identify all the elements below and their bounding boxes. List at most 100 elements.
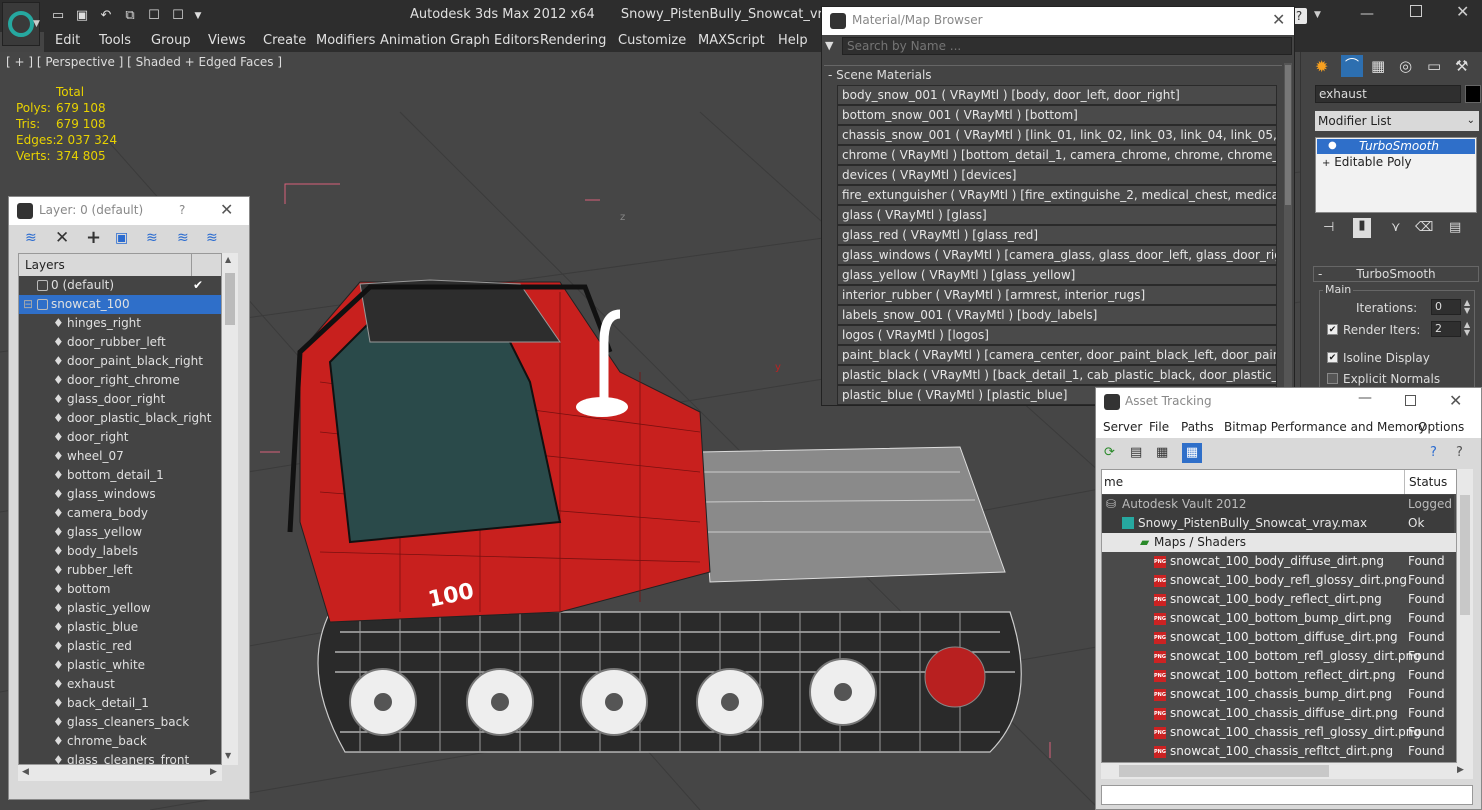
object-row[interactable]: ♦ glass_yellow (19, 523, 221, 542)
scrollbar-thumb[interactable] (225, 273, 235, 325)
object-row[interactable]: ♦ plastic_white (19, 656, 221, 675)
object-row[interactable]: ♦ body_labels (19, 542, 221, 561)
menu-customize[interactable]: Customize (618, 33, 686, 48)
menu-graph-editors[interactable]: Graph Editors (450, 33, 539, 48)
object-row[interactable]: ♦ door_right (19, 428, 221, 447)
refresh-icon[interactable]: ⟳ (1104, 445, 1115, 460)
remove-modifier-icon[interactable]: ⌫ (1415, 220, 1433, 235)
app-menu-button[interactable]: ▼ (2, 2, 40, 46)
minimize-icon[interactable]: — (1360, 6, 1374, 22)
scrollbar-thumb[interactable] (1285, 65, 1291, 205)
object-row[interactable]: ♦ plastic_red (19, 637, 221, 656)
object-color-swatch[interactable] (1465, 85, 1481, 103)
object-row[interactable]: ♦ hinges_right (19, 314, 221, 333)
motion-tab-icon[interactable]: ◎ (1399, 57, 1412, 75)
scrollbar-thumb[interactable] (1460, 495, 1470, 615)
whats-this-icon[interactable]: ? (1456, 445, 1463, 460)
material-item[interactable]: bottom_snow_001 ( VRayMtl ) [bottom] (837, 105, 1277, 125)
hide-layers-icon[interactable]: ≋ (177, 230, 189, 246)
layer-row-default[interactable]: 0 (default) ✔ (19, 276, 221, 295)
asset-row-bitmap[interactable]: PNG snowcat_100_body_diffuse_dirt.png Foun… (1102, 552, 1454, 571)
asset-row-bitmap[interactable]: PNG snowcat_100_body_refl_glossy_dirt.png… (1102, 571, 1454, 590)
modifier-stack[interactable]: TurboSmooth ● + Editable Poly (1315, 137, 1477, 213)
object-row[interactable]: ♦ glass_windows (19, 485, 221, 504)
asset-row-bitmap[interactable]: PNG snowcat_100_chassis_refltct_dirt.png F… (1102, 742, 1454, 761)
object-row[interactable]: ♦ plastic_blue (19, 618, 221, 637)
render-iters-spinner[interactable]: 2 (1431, 321, 1461, 337)
make-unique-icon[interactable]: ⋎ (1391, 220, 1401, 235)
list-view-icon[interactable]: ▤ (1130, 445, 1142, 460)
status-column-header[interactable]: Status (1409, 475, 1447, 489)
menu-edit[interactable]: Edit (55, 33, 80, 48)
asset-vertical-scrollbar[interactable] (1457, 469, 1473, 763)
collapse-icon[interactable]: ⊟ (23, 295, 33, 314)
scroll-up-icon[interactable]: ▲ (225, 255, 231, 264)
delete-layer-icon[interactable]: ✕ (55, 228, 69, 248)
object-row[interactable]: ♦ wheel_07 (19, 447, 221, 466)
add-to-layer-icon[interactable]: + (86, 227, 101, 248)
stack-item-editable-poly[interactable]: + Editable Poly (1322, 155, 1412, 171)
menu-server[interactable]: Server (1103, 420, 1142, 434)
render-iters-checkbox[interactable]: ✔ (1327, 324, 1338, 335)
spinner-arrows-icon[interactable]: ▲ ▼ (1464, 299, 1470, 315)
asset-row-bitmap[interactable]: PNG snowcat_100_chassis_diffuse_dirt.png F… (1102, 704, 1454, 723)
asset-row-maps-shaders[interactable]: ▰ Maps / Shaders (1102, 533, 1456, 552)
material-item[interactable]: devices ( VRayMtl ) [devices] (837, 165, 1277, 185)
chevron-down-icon[interactable]: ▼ (1314, 10, 1321, 20)
object-row[interactable]: ♦ exhaust (19, 675, 221, 694)
material-item[interactable]: fire_extunguisher ( VRayMtl ) [fire_exti… (837, 185, 1277, 205)
material-item[interactable]: glass ( VRayMtl ) [glass] (837, 205, 1277, 225)
material-item[interactable]: body_snow_001 ( VRayMtl ) [body, door_le… (837, 85, 1277, 105)
menu-rendering[interactable]: Rendering (540, 33, 606, 48)
isoline-checkbox[interactable]: ✔ (1327, 352, 1338, 363)
object-row[interactable]: ♦ camera_body (19, 504, 221, 523)
save-icon[interactable]: ▣ (74, 8, 90, 24)
stack-item-turbosmooth[interactable]: TurboSmooth (1317, 139, 1475, 154)
object-row[interactable]: ♦ glass_cleaners_front (19, 751, 221, 764)
scrollbar-thumb[interactable] (1119, 765, 1329, 777)
object-row[interactable]: ♦ bottom_detail_1 (19, 466, 221, 485)
material-item[interactable]: interior_rubber ( VRayMtl ) [armrest, in… (837, 285, 1277, 305)
menu-create[interactable]: Create (263, 33, 306, 48)
close-icon[interactable]: ✕ (1449, 391, 1462, 410)
material-search-input[interactable] (842, 37, 1292, 55)
asset-row-bitmap[interactable]: PNG snowcat_100_bottom_reflect_dirt.png Fo… (1102, 666, 1454, 685)
object-row[interactable]: ♦ door_paint_black_right (19, 352, 221, 371)
material-item[interactable]: paint_black ( VRayMtl ) [camera_center, … (837, 345, 1277, 365)
menu-options[interactable]: Options (1418, 420, 1464, 434)
asset-row-bitmap[interactable]: PNG snowcat_100_body_reflect_dirt.png Foun… (1102, 590, 1454, 609)
configure-sets-icon[interactable]: ▤ (1449, 220, 1461, 235)
material-item[interactable]: glass_windows ( VRayMtl ) [camera_glass,… (837, 245, 1277, 265)
object-row[interactable]: ♦ plastic_yellow (19, 599, 221, 618)
asset-row-bitmap[interactable]: PNG snowcat_100_bottom_refl_glossy_dirt.p… (1102, 647, 1454, 666)
hierarchy-tab-icon[interactable]: ▦ (1371, 57, 1385, 75)
asset-row-bitmap[interactable]: PNG snowcat_100_chassis_refl_glossy_dirt.… (1102, 723, 1454, 742)
asset-row-max-file[interactable]: Snowy_PistenBully_Snowcat_vray.max Ok (1102, 514, 1454, 533)
scroll-left-icon[interactable]: ◀ (22, 767, 29, 777)
close-icon[interactable]: ✕ (220, 200, 233, 219)
material-item[interactable]: glass_red ( VRayMtl ) [glass_red] (837, 225, 1277, 245)
layer-vertical-scrollbar[interactable]: ▲ ▼ (222, 253, 238, 765)
scroll-right-icon[interactable]: ▶ (1457, 765, 1464, 775)
new-layer-icon[interactable]: ≋ (25, 230, 37, 246)
display-tab-icon[interactable]: ▭ (1427, 57, 1441, 75)
project-folder-icon[interactable]: ☐ (170, 8, 186, 24)
asset-row-vault[interactable]: ⛁ Autodesk Vault 2012 Logged O (1102, 495, 1456, 514)
menu-bitmap-performance[interactable]: Bitmap Performance and Memory (1224, 420, 1426, 434)
turbosmooth-rollout-header[interactable]: - TurboSmooth (1313, 266, 1479, 282)
highlight-layer-icon[interactable]: ≋ (146, 230, 158, 246)
asset-horizontal-scrollbar[interactable]: ▶ (1101, 763, 1473, 779)
material-scrollbar[interactable] (1284, 63, 1292, 403)
asset-row-bitmap[interactable]: PNG snowcat_100_bottom_diffuse_dirt.png Fo… (1102, 628, 1454, 647)
help-button[interactable]: ? (179, 203, 185, 217)
object-row[interactable]: ♦ door_right_chrome (19, 371, 221, 390)
asset-path-field[interactable] (1101, 785, 1473, 805)
thumbnail-view-icon[interactable]: ▦ (1156, 445, 1168, 460)
expand-icon[interactable]: + (1322, 158, 1330, 169)
browser-options-icon[interactable]: ▼ (825, 37, 841, 55)
asset-list[interactable]: me Status ⛁ Autodesk Vault 2012 Logged O… (1101, 469, 1457, 763)
menu-views[interactable]: Views (208, 33, 246, 48)
name-column-header[interactable]: me (1104, 475, 1123, 489)
table-view-icon[interactable]: ▦ (1182, 443, 1202, 463)
material-item[interactable]: chassis_snow_001 ( VRayMtl ) [link_01, l… (837, 125, 1277, 145)
